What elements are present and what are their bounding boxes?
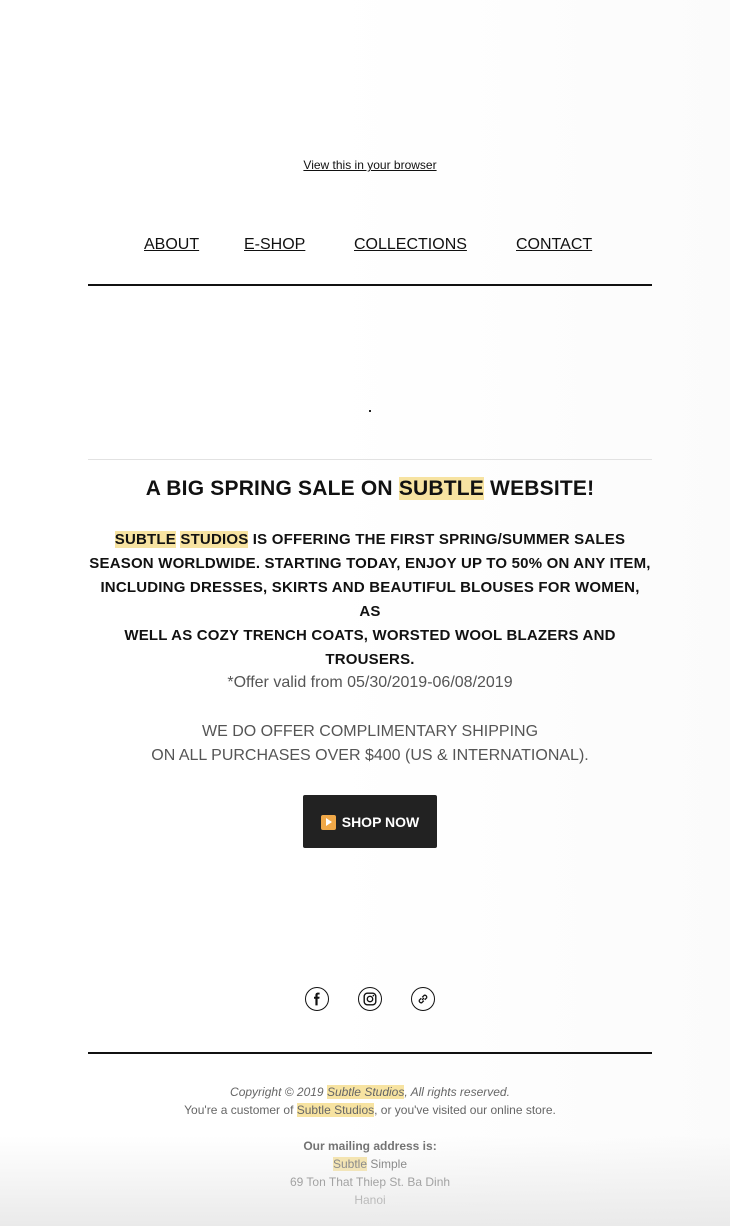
view-in-browser: View this in your browser (88, 158, 652, 172)
play-icon (320, 815, 336, 830)
sale-description: SUBTLE STUDIOS IS OFFERING THE FIRST SPR… (88, 528, 652, 672)
customer-post: , or you've visited our online store. (374, 1103, 556, 1117)
main-nav: ABOUT E-SHOP COLLECTIONS CONTACT (88, 236, 652, 256)
copyright-post: , All rights reserved. (404, 1085, 510, 1099)
shipping-notice: WE DO OFFER COMPLIMENTARY SHIPPING ON AL… (88, 720, 652, 768)
shop-now-button[interactable]: SHOP NOW (303, 795, 437, 848)
view-in-browser-link[interactable]: View this in your browser (303, 158, 436, 172)
copyright-brand: Subtle Studios (326, 1085, 405, 1099)
shop-now-label: SHOP NOW (341, 813, 420, 830)
body-line-1: SUBTLE STUDIOS IS OFFERING THE FIRST SPR… (88, 528, 652, 552)
body-brand-2: STUDIOS (180, 531, 249, 548)
hero-image (88, 287, 652, 459)
sale-headline: A BIG SPRING SALE ON SUBTLE WEBSITE! (88, 477, 652, 501)
link-icon[interactable] (411, 987, 435, 1011)
social-links (88, 987, 652, 1013)
headline-post: WEBSITE! (484, 477, 595, 500)
address-brand: Subtle (332, 1157, 367, 1171)
customer-pre: You're a customer of (184, 1103, 297, 1117)
copyright: Copyright © 2019 Subtle Studios, All rig… (88, 1083, 652, 1101)
divider-top (88, 284, 652, 286)
hero-dot (369, 410, 371, 412)
facebook-icon[interactable] (305, 987, 329, 1011)
offer-validity: *Offer valid from 05/30/2019-06/08/2019 (227, 674, 513, 691)
headline-brand: SUBTLE (398, 477, 485, 500)
address-street: 69 Ton That Thiep St. Ba Dinh (289, 1175, 451, 1189)
customer-brand: Subtle Studios (296, 1103, 375, 1117)
divider-thin (88, 459, 652, 460)
nav-collections[interactable]: COLLECTIONS (354, 236, 467, 254)
nav-eshop[interactable]: E-SHOP (244, 236, 305, 254)
body-brand-1: SUBTLE (114, 531, 176, 548)
instagram-icon[interactable] (358, 987, 382, 1011)
mailing-address-title: Our mailing address is: (303, 1139, 437, 1153)
shipping-line-2: ON ALL PURCHASES OVER $400 (US & INTERNA… (151, 747, 589, 764)
body-line-4: WELL AS COZY TRENCH COATS, WORSTED WOOL … (124, 627, 616, 644)
headline-pre: A BIG SPRING SALE ON (145, 477, 399, 500)
body-line-2: SEASON WORLDWIDE. STARTING TODAY, ENJOY … (89, 555, 651, 572)
shipping-line-1: WE DO OFFER COMPLIMENTARY SHIPPING (201, 723, 539, 740)
customer-note: You're a customer of Subtle Studios, or … (88, 1101, 652, 1119)
body-line-1-rest: IS OFFERING THE FIRST SPRING/SUMMER SALE… (248, 531, 626, 548)
address-name: Subtle Simple (88, 1155, 652, 1173)
body-line-3: INCLUDING DRESSES, SKIRTS AND BEAUTIFUL … (100, 579, 640, 620)
address-name-rest: Simple (367, 1157, 408, 1171)
footer: Copyright © 2019 Subtle Studios, All rig… (88, 1083, 652, 1209)
copyright-pre: Copyright © 2019 (230, 1085, 327, 1099)
nav-contact[interactable]: CONTACT (516, 236, 592, 254)
body-line-5: TROUSERS. (325, 651, 415, 668)
divider-bottom (88, 1052, 652, 1054)
nav-about[interactable]: ABOUT (144, 236, 199, 254)
address-city: Hanoi (354, 1193, 386, 1207)
